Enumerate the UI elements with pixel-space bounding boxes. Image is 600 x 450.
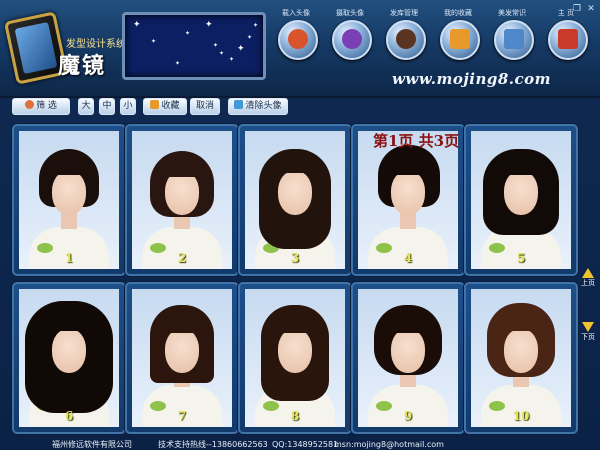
clear-label: 清除头像 [245, 101, 282, 111]
style-number: 6 [64, 409, 74, 423]
size-medium-button[interactable]: 中 [99, 98, 115, 115]
hairstyle-card[interactable]: 2 [125, 124, 239, 276]
filter-icon [25, 100, 35, 109]
webcam-icon [342, 29, 362, 49]
nav-home[interactable]: 主 页 [540, 8, 592, 68]
star-icon: ✦ [213, 42, 219, 49]
hairstyle-photo: 9 [358, 289, 458, 427]
style-number: 3 [290, 251, 300, 265]
nav-hair-tips[interactable]: 美发常识 [486, 8, 538, 68]
main-nav: 载入头像 摄取头像 发库管理 我的收藏 美发常识 主 页 [270, 8, 590, 68]
nav-label: 我的收藏 [444, 9, 472, 17]
close-button[interactable]: ✕ [586, 4, 596, 14]
style-number: 9 [403, 409, 413, 423]
star-icon: ✦ [237, 44, 245, 54]
style-number: 4 [403, 251, 413, 265]
hairstyle-photo: 7 [132, 289, 232, 427]
nav-hair-library[interactable]: 发库管理 [378, 8, 430, 68]
hairstyle-photo: 6 [19, 289, 119, 427]
style-number: 7 [177, 409, 187, 423]
clear-icon [234, 100, 244, 109]
star-icon: ✦ [229, 56, 235, 63]
arrow-up-icon [582, 268, 594, 278]
nav-label: 摄取头像 [336, 9, 364, 17]
hairstyle-card[interactable]: 3 [238, 124, 352, 276]
nav-capture-avatar[interactable]: 摄取头像 [324, 8, 376, 68]
filter-label: 筛 选 [36, 101, 57, 111]
nav-label: 发库管理 [390, 9, 418, 17]
nav-label: 主 页 [557, 9, 575, 17]
qq-number: QQ:1348952581 [272, 440, 339, 449]
msn-address: msn:mojing8@hotmail.com [334, 440, 444, 449]
hairstyle-photo: 5 [471, 131, 571, 269]
status-bar: 福州修远软件有限公司 技术支持热线--13860662563 QQ:134895… [0, 440, 600, 450]
favorite-button[interactable]: 收藏 [143, 98, 187, 115]
nav-label: 载入头像 [282, 9, 310, 17]
star-icon: ✦ [175, 60, 181, 67]
style-number: 10 [512, 409, 530, 423]
hairstyle-photo: 8 [245, 289, 345, 427]
hairstyle-photo: 2 [132, 131, 232, 269]
star-icon: ✦ [247, 34, 253, 41]
company-name: 福州修远软件有限公司 [52, 440, 132, 449]
cancel-button[interactable]: 取消 [190, 98, 220, 115]
favorite-label: 收藏 [161, 101, 180, 111]
style-number: 5 [516, 251, 526, 265]
home-icon [558, 29, 578, 49]
arrow-down-icon [582, 322, 594, 332]
star-icon: ✦ [185, 30, 191, 37]
hairstyle-photo: 1 [19, 131, 119, 269]
hairstyle-card[interactable]: 9 [351, 282, 465, 434]
filter-button[interactable]: 筛 选 [12, 98, 70, 115]
restore-button[interactable]: ❐ [572, 4, 582, 14]
page-up-button[interactable]: 上页 [578, 268, 598, 288]
header: 发型设计系统 魔镜 ✦ ✦ ✦ ✦ ✦ ✦ ✦ ✦ ✦ ✦ ✦ 载入头像 摄取头… [0, 0, 600, 98]
toolbar: 筛 选 大 中 小 收藏 取消 清除头像 [0, 97, 600, 117]
style-number: 1 [64, 251, 74, 265]
size-large-button[interactable]: 大 [78, 98, 94, 115]
page-down-button[interactable]: 下页 [578, 322, 598, 342]
page-indicator: 第1页 共3页 [373, 132, 460, 150]
preview-screen: ✦ ✦ ✦ ✦ ✦ ✦ ✦ ✦ ✦ ✦ ✦ [122, 12, 266, 80]
page-down-label: 下页 [581, 333, 595, 341]
hairstyle-card[interactable]: 6 [12, 282, 126, 434]
book-icon [504, 29, 524, 49]
star-icon: ✦ [133, 20, 141, 30]
star-icon: ✦ [253, 22, 259, 29]
hairstyle-card[interactable]: 1 [12, 124, 126, 276]
page-up-label: 上页 [581, 279, 595, 287]
star-icon: ✦ [205, 20, 213, 30]
support-hotline: 技术支持热线--13860662563 [158, 440, 268, 449]
style-number: 8 [290, 409, 300, 423]
folder-icon [150, 100, 160, 109]
hair-icon [396, 29, 416, 49]
hairstyle-card[interactable]: 8 [238, 282, 352, 434]
logo: 发型设计系统 魔镜 [3, 8, 126, 85]
hairstyle-photo: 10 [471, 289, 571, 427]
style-number: 2 [177, 251, 187, 265]
hairstyle-card[interactable]: 10 [464, 282, 578, 434]
nav-load-avatar[interactable]: 载入头像 [270, 8, 322, 68]
website-url: www.mojing8.com [392, 70, 552, 88]
hairstyle-card[interactable]: 7 [125, 282, 239, 434]
star-icon: ✦ [151, 38, 157, 45]
hairstyle-photo: 3 [245, 131, 345, 269]
hairstyle-card[interactable]: 5 [464, 124, 578, 276]
size-small-button[interactable]: 小 [120, 98, 136, 115]
star-icon: ✦ [219, 50, 225, 57]
app-window: 发型设计系统 魔镜 ✦ ✦ ✦ ✦ ✦ ✦ ✦ ✦ ✦ ✦ ✦ 载入头像 摄取头… [0, 0, 600, 450]
user-icon [288, 29, 308, 49]
nav-label: 美发常识 [498, 9, 526, 17]
folder-icon [450, 29, 470, 49]
hairstyle-grid: 1 2 3 4 5 6 7 8 9 10 [12, 120, 578, 440]
nav-favorites[interactable]: 我的收藏 [432, 8, 484, 68]
clear-avatar-button[interactable]: 清除头像 [228, 98, 288, 115]
hairstyle-photo: 4 [358, 131, 458, 269]
logo-title: 魔镜 [58, 53, 107, 79]
